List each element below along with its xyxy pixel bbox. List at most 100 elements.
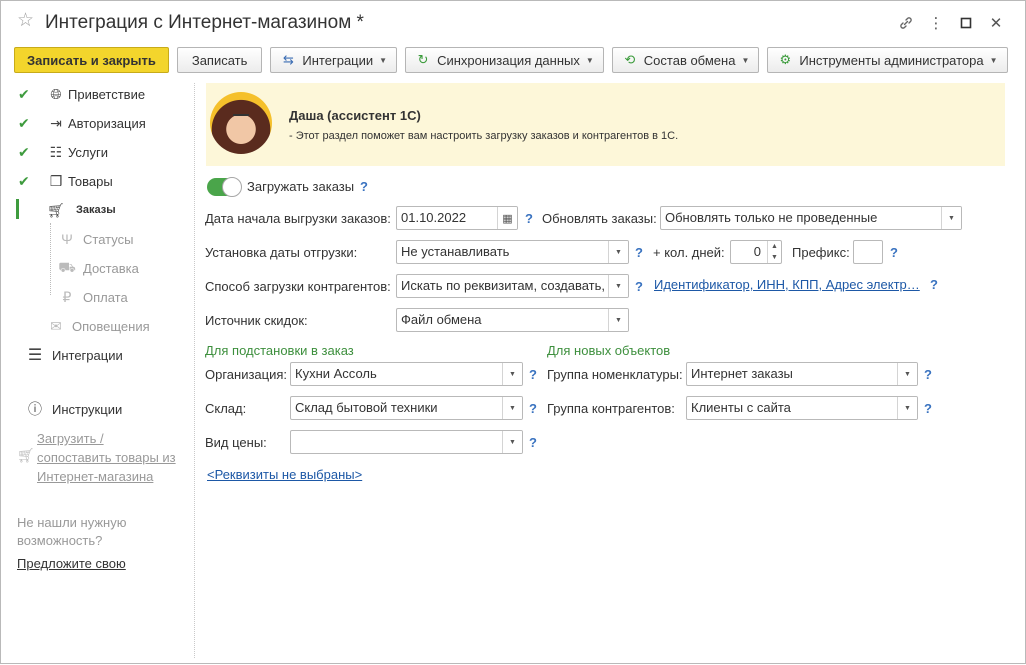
help-icon[interactable]: ? xyxy=(890,245,898,260)
check-icon: ✔ xyxy=(18,172,30,189)
contractor-group-label: Группа контрагентов: xyxy=(547,401,675,416)
ruble-icon: ₽ xyxy=(62,288,72,305)
check-icon: ✔ xyxy=(18,143,30,160)
sync-label: Синхронизация данных xyxy=(437,52,580,68)
glasses-icon xyxy=(233,114,249,117)
organization-label: Организация: xyxy=(205,367,288,382)
save-and-close-button[interactable]: Записать и закрыть xyxy=(14,47,169,73)
exchange-menu-button[interactable]: ⟲ Состав обмена ▼ xyxy=(611,47,760,73)
help-icon[interactable]: ? xyxy=(635,279,643,294)
help-icon[interactable]: ? xyxy=(529,367,537,382)
sidebar-item-integrations[interactable]: ☰ Интеграции xyxy=(1,344,191,366)
integration-window: ☆ Интеграция с Интернет-магазином * ⋮ ✕ … xyxy=(0,0,1026,664)
chevron-down-icon: ▼ xyxy=(897,363,917,385)
globe-icon: 🌐︎ xyxy=(50,85,62,102)
plus-days-value: 0 xyxy=(753,244,761,259)
update-orders-select[interactable]: Обновлять только не проведенные ▼ xyxy=(660,206,962,230)
window-title: Интеграция с Интернет-магазином * xyxy=(45,12,364,33)
start-date-field[interactable]: 01.10.2022 ▦ xyxy=(396,206,518,230)
sidebar-item-label: Авторизация xyxy=(68,115,146,131)
calendar-icon[interactable]: ▦ xyxy=(497,207,517,229)
admin-tools-menu-button[interactable]: ⚙ Инструменты администратора ▼ xyxy=(767,47,1008,73)
integrations-menu-button[interactable]: ⇆ Интеграции ▼ xyxy=(270,47,398,73)
sidebar-item-welcome[interactable]: ✔ 🌐︎ Приветствие xyxy=(1,83,191,105)
chevron-down-icon: ▼ xyxy=(941,207,961,229)
chevron-down-icon: ▼ xyxy=(608,241,628,263)
nomenclature-group-label: Группа номенклатуры: xyxy=(547,367,683,382)
sidebar-item-notifications[interactable]: ✉ Оповещения xyxy=(1,315,191,337)
sidebar-item-goods[interactable]: ✔ ❒ Товары xyxy=(1,170,191,192)
link-icon[interactable] xyxy=(891,11,921,35)
plus-days-field[interactable]: 0 ▲ ▼ xyxy=(730,240,782,264)
sidebar-item-delivery[interactable]: ⛟ Доставка xyxy=(1,257,191,279)
help-icon[interactable]: ? xyxy=(930,277,938,292)
contractor-mode-label: Способ загрузки контрагентов: xyxy=(205,279,391,294)
sidebar-item-label: Интеграции xyxy=(52,347,123,363)
sidebar-divider xyxy=(194,83,195,658)
envelope-icon: ✉ xyxy=(50,317,62,334)
integration-icon: ⇆ xyxy=(282,52,294,67)
chevron-down-icon: ▼ xyxy=(502,363,522,385)
info-icon: ⓘ xyxy=(28,401,42,417)
more-icon[interactable]: ⋮ xyxy=(921,11,951,35)
load-orders-toggle[interactable] xyxy=(207,177,242,197)
sidebar: ✔ 🌐︎ Приветствие ✔ ⇥ Авторизация ✔ ☷ Усл… xyxy=(1,81,193,665)
help-icon[interactable]: ? xyxy=(924,401,932,416)
organization-value: Кухни Ассоль xyxy=(295,366,377,381)
active-item-indicator xyxy=(16,199,19,219)
not-found-text: Не нашли нужную возможность? xyxy=(17,514,126,550)
maximize-icon[interactable] xyxy=(951,11,981,35)
suggest-link[interactable]: Предложите свою xyxy=(17,556,126,571)
warehouse-select[interactable]: Склад бытовой техники ▼ xyxy=(290,396,523,420)
sidebar-item-orders[interactable]: 🛒︎ Заказы xyxy=(1,199,191,221)
sidebar-item-label: Оплата xyxy=(83,289,128,305)
new-objects-section-title: Для новых объектов xyxy=(547,343,671,358)
chevron-down-icon: ▼ xyxy=(989,55,998,65)
sidebar-item-auth[interactable]: ✔ ⇥ Авторизация xyxy=(1,112,191,134)
warehouse-label: Склад: xyxy=(205,401,247,416)
help-icon[interactable]: ? xyxy=(529,435,537,450)
update-orders-value: Обновлять только не проведенные xyxy=(665,210,878,225)
start-date-value: 01.10.2022 xyxy=(401,210,467,225)
price-type-select[interactable]: ▼ xyxy=(290,430,523,454)
nomenclature-group-select[interactable]: Интернет заказы ▼ xyxy=(686,362,918,386)
chevron-down-icon: ▼ xyxy=(897,397,917,419)
prefix-field[interactable] xyxy=(853,240,883,264)
upload-products-link[interactable]: Загрузить / сопоставить товары из Интерн… xyxy=(37,429,176,486)
help-icon[interactable]: ? xyxy=(529,401,537,416)
sidebar-item-payment[interactable]: ₽ Оплата xyxy=(1,286,191,308)
help-icon[interactable]: ? xyxy=(525,211,533,226)
organization-select[interactable]: Кухни Ассоль ▼ xyxy=(290,362,523,386)
basket-icon: 🛒︎ xyxy=(47,201,65,218)
help-icon[interactable]: ? xyxy=(360,179,368,194)
close-icon[interactable]: ✕ xyxy=(981,11,1011,35)
stepper-icon[interactable]: ▲ ▼ xyxy=(767,241,781,263)
login-icon: ⇥ xyxy=(50,114,62,131)
load-orders-label: Загружать заказы xyxy=(247,179,355,194)
save-button[interactable]: Записать xyxy=(176,47,263,73)
help-icon[interactable]: ? xyxy=(924,367,932,382)
details-not-selected-link[interactable]: <Реквизиты не выбраны> xyxy=(207,467,362,482)
ship-date-select[interactable]: Не устанавливать ▼ xyxy=(396,240,629,264)
sidebar-item-services[interactable]: ✔ ☷ Услуги xyxy=(1,141,191,163)
help-icon[interactable]: ? xyxy=(635,245,643,260)
prefix-label: Префикс: xyxy=(792,245,850,260)
discount-source-select[interactable]: Файл обмена ▼ xyxy=(396,308,629,332)
window-controls: ⋮ ✕ xyxy=(891,11,1011,35)
chevron-down-icon: ▼ xyxy=(608,309,628,331)
favorite-star-icon[interactable]: ☆ xyxy=(17,11,34,31)
box-icon: ❒ xyxy=(49,172,63,189)
sidebar-item-statuses[interactable]: Ψ Статусы xyxy=(1,228,191,250)
assistant-message: - Этот раздел поможет вам настроить загр… xyxy=(289,130,679,142)
status-fork-icon: Ψ xyxy=(61,231,73,247)
contractor-group-select[interactable]: Клиенты с сайта ▼ xyxy=(686,396,918,420)
chevron-down-icon: ▼ xyxy=(502,431,522,453)
check-icon: ✔ xyxy=(18,85,30,102)
sync-menu-button[interactable]: ↻ Синхронизация данных ▼ xyxy=(405,47,604,73)
truck-icon: ⛟ xyxy=(58,258,76,275)
assistant-banner: Даша (ассистент 1С) - Этот раздел поможе… xyxy=(206,83,1005,166)
check-icon: ✔ xyxy=(18,114,30,131)
contractor-mode-select[interactable]: Искать по реквизитам, создавать, ▼ xyxy=(396,274,629,298)
instructions-link[interactable]: ⓘ Инструкции xyxy=(1,398,191,420)
contractor-fields-link[interactable]: Идентификатор, ИНН, КПП, Адрес электр… xyxy=(654,277,920,292)
